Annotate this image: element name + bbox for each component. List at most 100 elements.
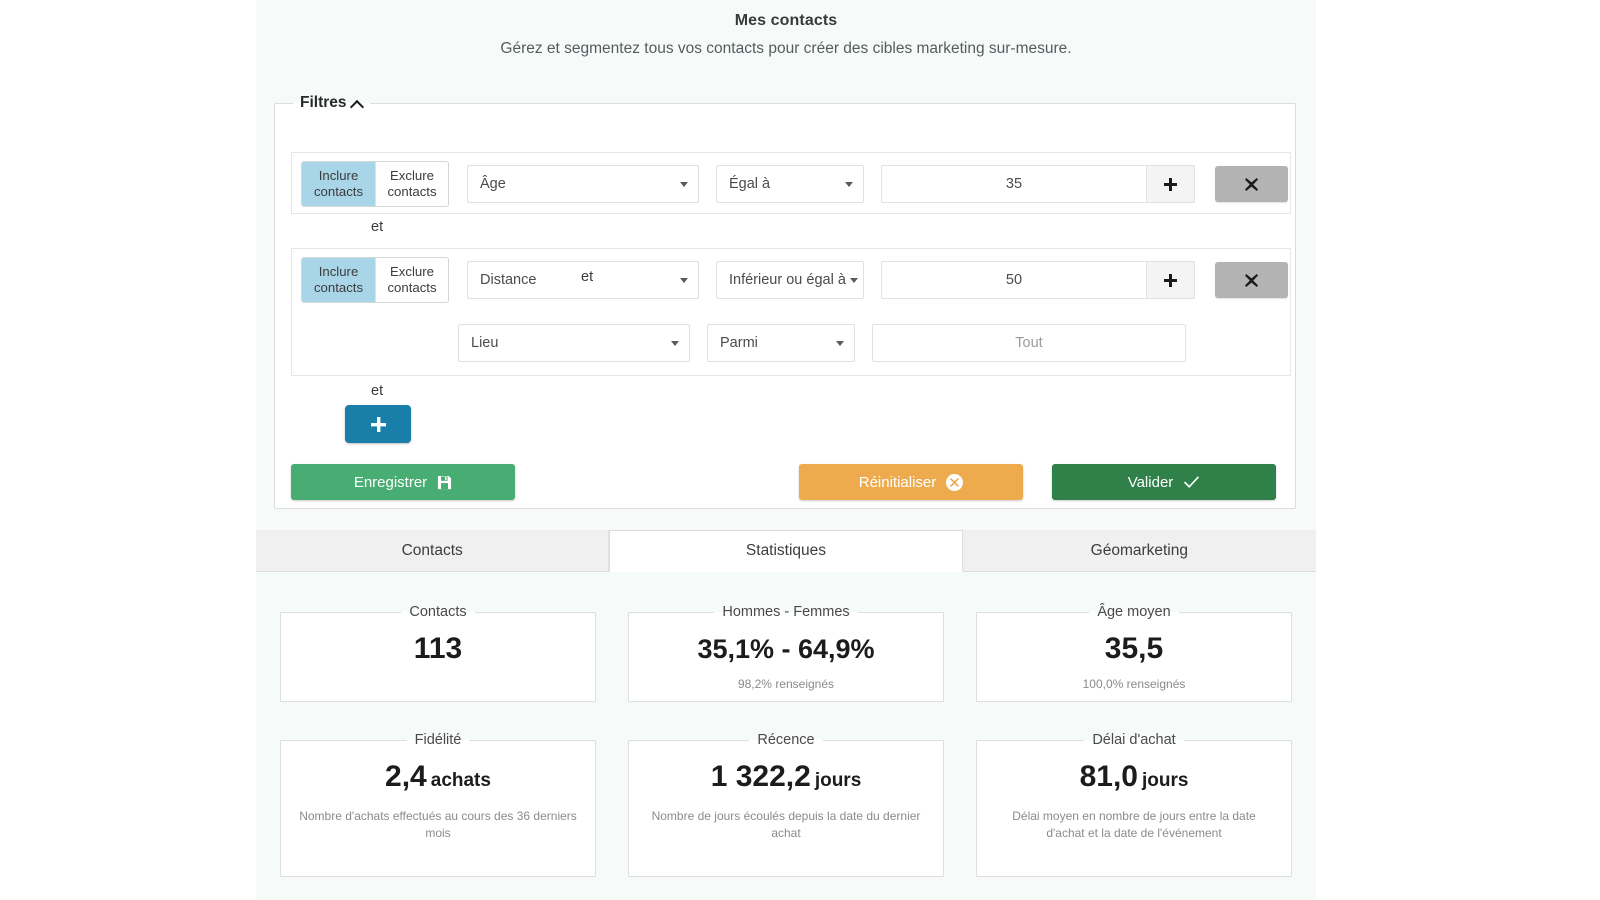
filters-panel: Filtres Inclure contacts Exclure contact… (274, 94, 1296, 509)
filter-value-group-2: 50 (881, 261, 1195, 299)
plus-icon (371, 417, 386, 432)
conjunction-label-1: et (371, 219, 383, 235)
tab-geomarketing[interactable]: Géomarketing (963, 530, 1316, 571)
conjunction-label-inner: et (581, 269, 593, 285)
include-label-line1: Inclure (319, 264, 359, 280)
add-filter-button[interactable] (345, 405, 411, 443)
filter-operator-select-2[interactable]: Inférieur ou égal à (716, 261, 864, 299)
filter-row-block-2: Inclure contacts Exclure contacts Distan… (291, 248, 1291, 376)
stat-card-note: 100,0% renseignés (987, 676, 1281, 693)
plus-icon (1164, 274, 1177, 287)
page-subtitle: Gérez et segmentez tous vos contacts pou… (256, 40, 1316, 58)
tab-bar: Contacts Statistiques Géomarketing (256, 530, 1316, 572)
include-label-line2: contacts (314, 280, 363, 296)
include-contacts-option-2[interactable]: Inclure contacts (302, 258, 375, 302)
filter-row-2: Inclure contacts Exclure contacts Distan… (292, 249, 1290, 311)
reset-button[interactable]: Réinitialiser (799, 464, 1023, 500)
save-button-label: Enregistrer (354, 474, 427, 491)
exclude-label-line1: Exclure (390, 264, 434, 280)
filters-legend-label: Filtres (300, 94, 347, 112)
stat-card-hommes-femmes: Hommes - Femmes 35,1% - 64,9% 98,2% rens… (628, 604, 944, 702)
chevron-up-icon[interactable] (352, 99, 363, 110)
save-button[interactable]: Enregistrer (291, 464, 515, 500)
exclude-label-line1: Exclure (390, 168, 434, 184)
filter-subfield-select-2[interactable]: Lieu (458, 324, 690, 362)
filter-value-group-1: 35 (881, 165, 1195, 203)
filter-suboperator-select-2[interactable]: Parmi (707, 324, 855, 362)
chevron-down-icon (836, 341, 844, 346)
close-icon (1245, 274, 1258, 287)
stat-card-value: 2,4 (385, 760, 427, 793)
chevron-down-icon (845, 182, 853, 187)
filter-value-input-1[interactable]: 35 (881, 165, 1147, 203)
conjunction-label-2: et (371, 383, 383, 399)
close-icon (1245, 178, 1258, 191)
stat-card-title: Fidélité (407, 732, 470, 748)
filters-legend[interactable]: Filtres (293, 94, 370, 112)
chevron-down-icon (680, 182, 688, 187)
stat-card-value-wrap: 1 322,2jours (639, 760, 933, 798)
stat-card-note: Nombre de jours écoulés depuis la date d… (639, 808, 933, 842)
tab-contacts[interactable]: Contacts (256, 530, 609, 571)
stat-card-value: 35,5 (987, 632, 1281, 666)
check-icon (1183, 475, 1200, 490)
delete-filter-button-1[interactable] (1215, 166, 1288, 202)
chevron-down-icon (671, 341, 679, 346)
plus-icon (1164, 178, 1177, 191)
add-value-button-1[interactable] (1147, 165, 1195, 203)
stat-card-delai-achat: Délai d'achat 81,0jours Délai moyen en n… (976, 732, 1292, 877)
exclude-label-line2: contacts (387, 280, 436, 296)
page-title: Mes contacts (256, 0, 1316, 30)
filter-subvalue-group-2: Tout (872, 324, 1186, 362)
filter-suboperator-value-2: Parmi (720, 335, 758, 351)
filter-row-1: Inclure contacts Exclure contacts Âge (292, 153, 1290, 215)
validate-button-label: Valider (1128, 474, 1174, 491)
stat-card-fidelite: Fidélité 2,4achats Nombre d'achats effec… (280, 732, 596, 877)
include-label-line1: Inclure (319, 168, 359, 184)
filter-operator-value-1: Égal à (729, 176, 770, 192)
stat-card-title: Âge moyen (1089, 604, 1178, 620)
main-content: Mes contacts Gérez et segmentez tous vos… (256, 0, 1316, 900)
include-contacts-option-1[interactable]: Inclure contacts (302, 162, 375, 206)
filter-operator-value-2: Inférieur ou égal à (729, 272, 846, 288)
filter-field-select-1[interactable]: Âge (467, 165, 699, 203)
filter-row-block-1: Inclure contacts Exclure contacts Âge (291, 152, 1291, 214)
circle-x-icon (946, 474, 963, 491)
stat-card-unit: jours (1142, 770, 1188, 791)
delete-filter-button-2[interactable] (1215, 262, 1288, 298)
stat-card-unit: jours (815, 770, 861, 791)
tab-statistiques[interactable]: Statistiques (609, 530, 962, 572)
stat-card-note: Nombre d'achats effectués au cours des 3… (291, 808, 585, 842)
stat-card-value: 35,1% - 64,9% (639, 632, 933, 666)
grid-row-spacer (280, 702, 1292, 732)
app-root: Mes contacts Gérez et segmentez tous vos… (0, 0, 1600, 900)
exclude-label-line2: contacts (387, 184, 436, 200)
stat-card-note: 98,2% renseignés (639, 676, 933, 693)
filter-operator-select-1[interactable]: Égal à (716, 165, 864, 203)
reset-button-label: Réinitialiser (859, 474, 937, 491)
filter-subvalue-input-2[interactable]: Tout (872, 324, 1186, 362)
filter-field-value-1: Âge (480, 176, 506, 192)
filter-subrow-2: Lieu Parmi Tout (292, 311, 1290, 375)
tab-geomarketing-label: Géomarketing (1091, 542, 1188, 560)
stat-card-note: Délai moyen en nombre de jours entre la … (987, 808, 1281, 842)
validate-button[interactable]: Valider (1052, 464, 1276, 500)
stat-card-value-wrap: 81,0jours (987, 760, 1281, 798)
chevron-down-icon (850, 278, 858, 283)
stat-card-title: Récence (749, 732, 822, 748)
stat-card-value: 113 (291, 632, 585, 666)
stat-card-value: 81,0 (1080, 760, 1138, 793)
stat-card-unit: achats (431, 770, 491, 791)
add-value-button-2[interactable] (1147, 261, 1195, 299)
include-exclude-toggle-1[interactable]: Inclure contacts Exclure contacts (301, 161, 449, 207)
stat-card-contacts: Contacts 113 (280, 604, 596, 702)
exclude-contacts-option-2[interactable]: Exclure contacts (375, 258, 448, 302)
include-label-line2: contacts (314, 184, 363, 200)
stat-card-title: Contacts (401, 604, 474, 620)
stat-card-recence: Récence 1 322,2jours Nombre de jours éco… (628, 732, 944, 877)
include-exclude-toggle-2[interactable]: Inclure contacts Exclure contacts (301, 257, 449, 303)
filter-subfield-value-2: Lieu (471, 335, 498, 351)
stat-card-value: 1 322,2 (711, 760, 811, 793)
filter-value-input-2[interactable]: 50 (881, 261, 1147, 299)
exclude-contacts-option-1[interactable]: Exclure contacts (375, 162, 448, 206)
